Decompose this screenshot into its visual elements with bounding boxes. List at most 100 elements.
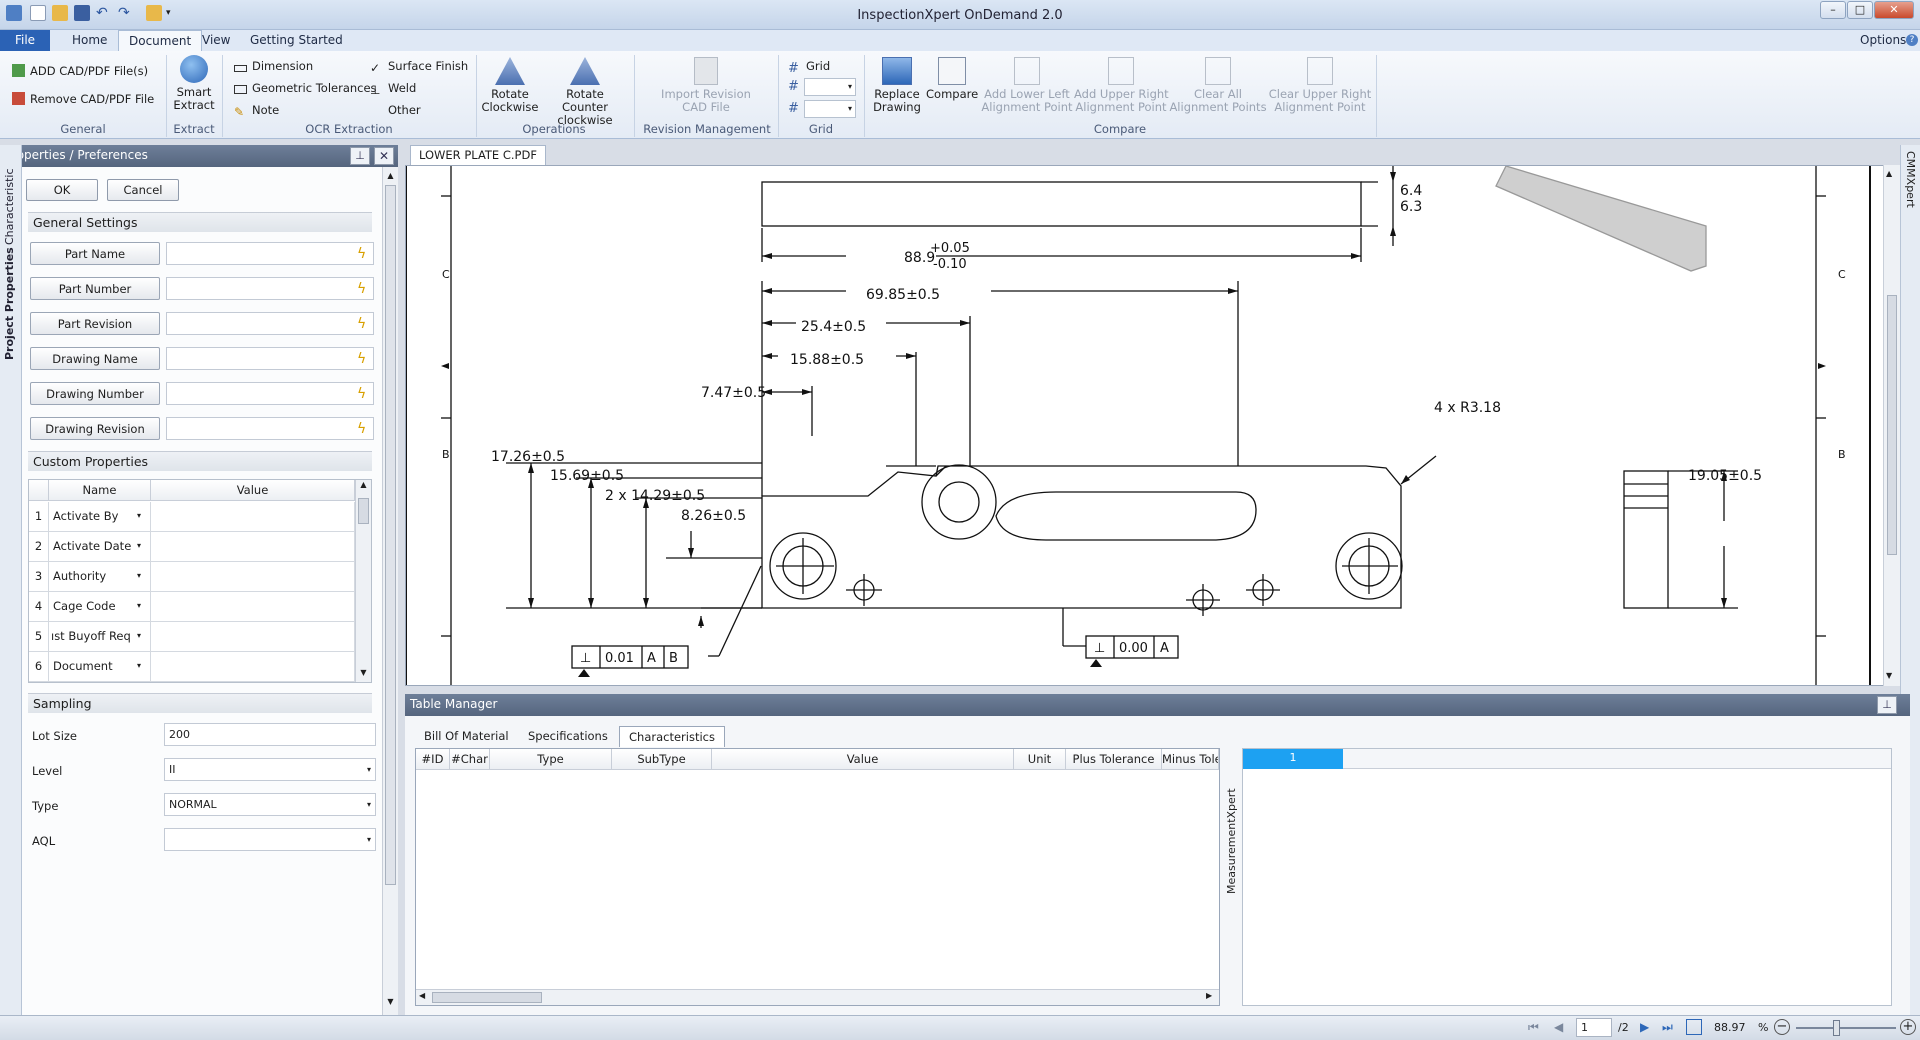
note-button[interactable]: ✎ Note bbox=[234, 103, 279, 119]
geometric-tolerances-button[interactable]: Geometric Tolerances bbox=[234, 81, 377, 95]
page-number-input[interactable]: 1 bbox=[1576, 1018, 1612, 1037]
close-button[interactable]: ✕ bbox=[1874, 1, 1914, 19]
row-name[interactable]: Document bbox=[49, 652, 151, 682]
lightning-icon[interactable]: ϟ bbox=[357, 386, 369, 402]
dimension-button[interactable]: Dimension bbox=[234, 59, 313, 73]
rotate-counter-clockwise-button[interactable]: Rotate Counter clockwise bbox=[542, 57, 628, 127]
tab-characteristic[interactable]: Characteristic bbox=[3, 168, 16, 245]
drawing-number-button[interactable]: Drawing Number bbox=[30, 382, 160, 405]
tab-file[interactable]: File bbox=[0, 30, 50, 51]
add-upper-right-alignment-button[interactable]: Add Upper Right Alignment Point bbox=[1074, 57, 1169, 114]
tab-home[interactable]: Home bbox=[62, 30, 117, 51]
scroll-down-icon[interactable]: ▼ bbox=[1886, 671, 1892, 680]
first-page-icon[interactable]: ⏮ bbox=[1528, 1020, 1539, 1035]
drawing-canvas[interactable]: C C B B 6.4 6.3 88.9 +0.05 -0.10 69.85±0… bbox=[405, 165, 1895, 686]
drawing-revision-button[interactable]: Drawing Revision bbox=[30, 417, 160, 440]
row-name[interactable]: ıst Buyoff Req bbox=[49, 622, 151, 652]
row-value[interactable] bbox=[151, 502, 355, 532]
grid-toggle[interactable]: # Grid bbox=[788, 59, 830, 75]
scroll-down-icon[interactable]: ▼ bbox=[357, 668, 370, 681]
type-select[interactable]: NORMAL ▾ bbox=[164, 793, 376, 816]
tab-document[interactable]: Document bbox=[118, 30, 203, 51]
zoom-slider-track[interactable] bbox=[1796, 1027, 1896, 1029]
other-button[interactable]: Other bbox=[370, 103, 421, 117]
scroll-up-icon[interactable]: ▲ bbox=[1886, 169, 1892, 178]
lightning-icon[interactable]: ϟ bbox=[357, 421, 369, 437]
dropdown-arrow-icon[interactable]: ▾ bbox=[137, 661, 141, 670]
part-name-input[interactable]: ϟ bbox=[166, 242, 374, 265]
scroll-right-icon[interactable]: ▶ bbox=[1206, 991, 1212, 1000]
scroll-thumb[interactable] bbox=[358, 498, 369, 524]
grid-size-select[interactable]: ▾ bbox=[804, 100, 856, 118]
cancel-button[interactable]: Cancel bbox=[107, 179, 179, 201]
row-value[interactable] bbox=[151, 562, 355, 592]
column-header-plus-tolerance[interactable]: Plus Tolerance bbox=[1066, 749, 1162, 770]
smart-extract-button[interactable]: Smart Extract bbox=[170, 55, 218, 112]
custom-row[interactable]: 3 Authority ▾ bbox=[29, 562, 355, 592]
clear-upper-right-alignment-button[interactable]: Clear Upper Right Alignment Point bbox=[1268, 57, 1372, 114]
lightning-icon[interactable]: ϟ bbox=[357, 281, 369, 297]
custom-row[interactable]: 6 Document ▾ bbox=[29, 652, 355, 682]
drawing-revision-input[interactable]: ϟ bbox=[166, 417, 374, 440]
tab-project-properties[interactable]: Project Properties bbox=[3, 247, 16, 360]
dropdown-arrow-icon[interactable]: ▾ bbox=[367, 829, 371, 851]
dropdown-arrow-icon[interactable]: ▾ bbox=[367, 794, 371, 816]
column-header-type[interactable]: Type bbox=[490, 749, 612, 770]
column-header-id[interactable]: #ID bbox=[416, 749, 450, 770]
scroll-thumb[interactable] bbox=[1887, 295, 1897, 555]
custom-grid-scrollbar[interactable]: ▲ ▼ bbox=[355, 480, 371, 682]
close-panel-icon[interactable]: ✕ bbox=[374, 147, 394, 165]
drawing-vertical-scrollbar[interactable]: ▲ ▼ bbox=[1883, 165, 1900, 686]
minimize-button[interactable]: – bbox=[1820, 1, 1846, 19]
row-name[interactable]: Authority bbox=[49, 562, 151, 592]
ok-button[interactable]: OK bbox=[26, 179, 98, 201]
maximize-button[interactable]: □ bbox=[1847, 1, 1873, 19]
tab-view[interactable]: View bbox=[192, 30, 240, 51]
import-revision-button[interactable]: Import Revision CAD File bbox=[650, 57, 762, 114]
add-cad-pdf-button[interactable]: ADD CAD/PDF File(s) bbox=[12, 64, 148, 78]
row-name[interactable]: Activate Date bbox=[49, 532, 151, 562]
scroll-down-icon[interactable]: ▼ bbox=[384, 997, 397, 1006]
level-select[interactable]: II ▾ bbox=[164, 758, 376, 781]
tab-cmmxpert[interactable]: CMMXpert bbox=[1904, 151, 1917, 208]
drawing-name-button[interactable]: Drawing Name bbox=[30, 347, 160, 370]
column-header-minus-tolerance[interactable]: Minus Toler bbox=[1162, 749, 1219, 770]
column-header-subtype[interactable]: SubType bbox=[612, 749, 712, 770]
scroll-up-icon[interactable]: ▲ bbox=[384, 171, 397, 180]
row-value[interactable] bbox=[151, 532, 355, 562]
aql-select[interactable]: ▾ bbox=[164, 828, 376, 851]
custom-row[interactable]: 1 Activate By ▾ bbox=[29, 502, 355, 532]
dropdown-arrow-icon[interactable]: ▾ bbox=[137, 631, 142, 640]
previous-page-icon[interactable]: ◀ bbox=[1554, 1020, 1563, 1034]
lightning-icon[interactable]: ϟ bbox=[357, 246, 369, 262]
dropdown-arrow-icon[interactable]: ▾ bbox=[137, 601, 141, 610]
help-icon[interactable]: ? bbox=[1906, 34, 1918, 46]
zoom-in-icon[interactable]: + bbox=[1900, 1019, 1916, 1035]
custom-row[interactable]: 4 Cage Code ▾ bbox=[29, 592, 355, 622]
lot-size-input[interactable]: 200 bbox=[164, 723, 376, 746]
dropdown-arrow-icon[interactable]: ▾ bbox=[367, 759, 371, 781]
custom-row[interactable]: 2 Activate Date ▾ bbox=[29, 532, 355, 562]
row-name[interactable]: Activate By bbox=[49, 502, 151, 532]
document-tab[interactable]: LOWER PLATE C.PDF bbox=[410, 145, 546, 165]
fit-page-icon[interactable] bbox=[1686, 1019, 1702, 1035]
tab-characteristics[interactable]: Characteristics bbox=[619, 726, 725, 747]
tab-specifications[interactable]: Specifications bbox=[519, 726, 617, 747]
column-header-value[interactable]: Value bbox=[712, 749, 1014, 770]
properties-scrollbar[interactable]: ▲ ▼ bbox=[382, 167, 398, 1015]
dropdown-arrow-icon[interactable]: ▾ bbox=[137, 511, 141, 520]
part-revision-input[interactable]: ϟ bbox=[166, 312, 374, 335]
clear-all-alignment-button[interactable]: Clear All Alignment Points bbox=[1168, 57, 1268, 114]
column-header-unit[interactable]: Unit bbox=[1014, 749, 1066, 770]
scroll-thumb[interactable] bbox=[385, 185, 396, 885]
part-name-button[interactable]: Part Name bbox=[30, 242, 160, 265]
lightning-icon[interactable]: ϟ bbox=[357, 351, 369, 367]
remove-cad-pdf-button[interactable]: Remove CAD/PDF File bbox=[12, 92, 154, 106]
custom-row[interactable]: 5 ıst Buyoff Req ▾ bbox=[29, 622, 355, 652]
measurementxpert-label[interactable]: MeasurementXpert bbox=[1225, 774, 1238, 894]
add-lower-left-alignment-button[interactable]: Add Lower Left Alignment Point bbox=[980, 57, 1074, 114]
column-header-char[interactable]: #Char bbox=[450, 749, 490, 770]
rotate-clockwise-button[interactable]: Rotate Clockwise bbox=[480, 57, 540, 114]
tab-getting-started[interactable]: Getting Started bbox=[240, 30, 353, 51]
replace-drawing-button[interactable]: Replace Drawing bbox=[868, 57, 926, 114]
